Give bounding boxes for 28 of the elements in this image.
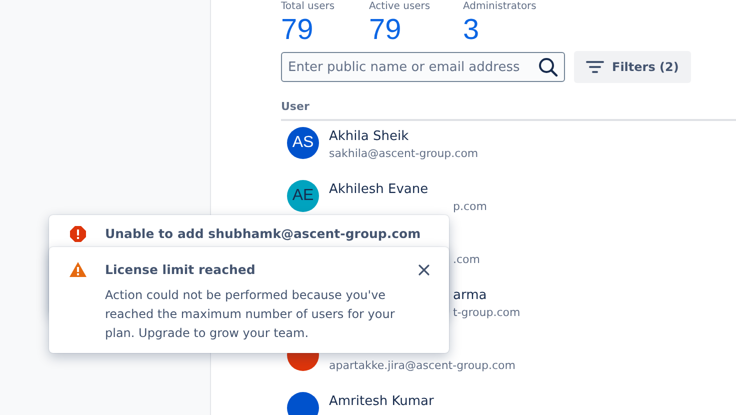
user-name: Amritesh Kumar <box>329 393 434 410</box>
user-email: apartakke.jira@ascent-group.com <box>329 358 516 374</box>
stat-value: 79 <box>369 13 402 47</box>
search-icon <box>538 57 558 77</box>
avatar: AE <box>287 180 319 212</box>
user-email: t-group.com <box>453 305 520 321</box>
search-field[interactable]: Enter public name or email address <box>281 52 565 82</box>
stat-label: Administrators <box>463 1 536 13</box>
stat-value: 3 <box>463 13 480 47</box>
user-name: Akhilesh Evane <box>329 181 430 198</box>
stat-label: Active users <box>369 1 432 13</box>
column-header: User <box>281 100 310 113</box>
avatar: AS <box>287 127 319 159</box>
toast-title: Unable to add shubhamk@ascent-group.com <box>105 225 422 243</box>
filter-icon <box>586 60 604 74</box>
toast-message: Action could not be performed because you've reached the maximum number of users for your plan. Upgrade to grow your team. <box>105 287 396 342</box>
user-email: p.com <box>453 199 487 215</box>
stat-label: Total users <box>281 1 336 13</box>
toast-title: License limit reached <box>105 261 256 279</box>
stat-value: 79 <box>281 13 314 47</box>
user-name: Akhila Sheik <box>329 128 410 145</box>
error-icon <box>69 225 87 243</box>
user-email: sakhila@ascent-group.com <box>329 146 478 162</box>
close-icon <box>418 264 430 276</box>
user-name: arma <box>453 287 488 304</box>
warning-icon <box>69 261 87 278</box>
filters-button[interactable]: Filters (2) <box>574 51 691 83</box>
user-email: .com <box>453 252 480 268</box>
